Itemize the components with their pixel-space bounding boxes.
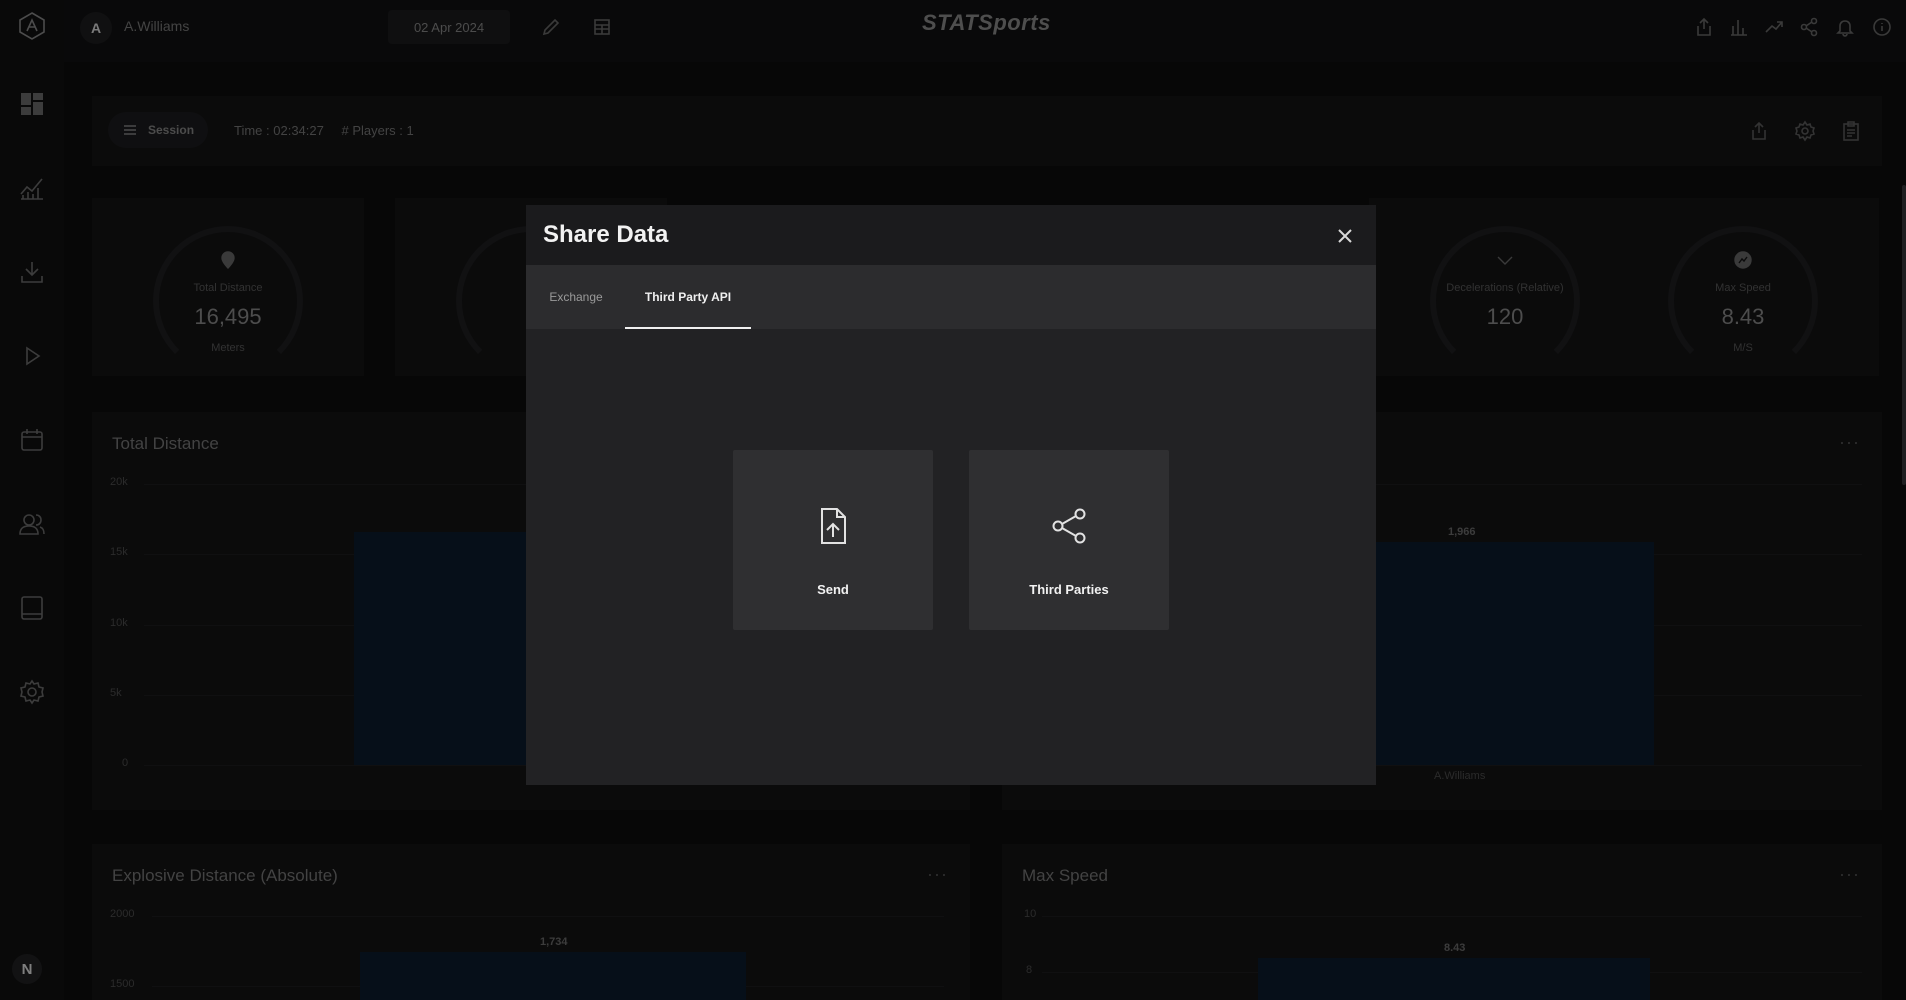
modal-header: Share Data	[526, 205, 1376, 265]
close-icon	[1338, 229, 1352, 243]
close-button[interactable]	[1334, 225, 1356, 247]
third-parties-tile[interactable]: Third Parties	[969, 450, 1169, 630]
share-data-modal: Share Data Exchange Third Party API Send…	[526, 205, 1376, 785]
tile-label: Third Parties	[1029, 582, 1109, 597]
tab-exchange[interactable]: Exchange	[526, 265, 626, 329]
tab-third-party-api[interactable]: Third Party API	[625, 265, 751, 329]
file-upload-icon	[811, 504, 855, 548]
modal-title: Share Data	[543, 221, 669, 248]
send-tile[interactable]: Send	[733, 450, 933, 630]
share-icon	[1047, 504, 1091, 548]
tile-label: Send	[817, 582, 849, 597]
modal-tabs: Exchange Third Party API	[526, 265, 1376, 329]
